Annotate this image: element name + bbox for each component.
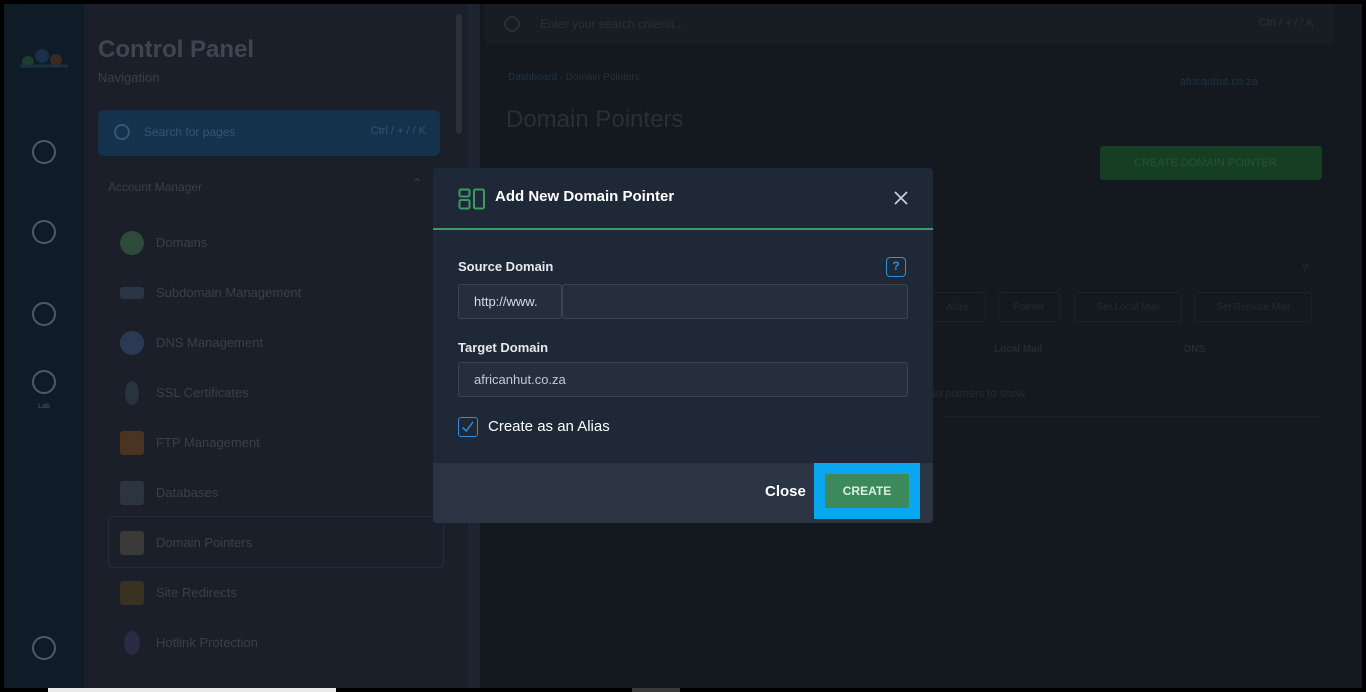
help-icon[interactable]: ? [886, 257, 906, 277]
sidebar-item-hotlink[interactable]: Hotlink Protection [120, 628, 440, 658]
brand-logo-icon [20, 49, 68, 68]
sidebar-item-label: Subdomain Management [156, 285, 302, 300]
section-account-manager[interactable]: Account Manager [108, 180, 202, 194]
sidebar-item-label: Hotlink Protection [156, 635, 258, 650]
close-icon[interactable] [891, 188, 911, 208]
dashboard-icon[interactable] [32, 140, 56, 164]
close-button[interactable]: Close [765, 483, 806, 500]
create-button[interactable]: CREATE [825, 474, 909, 508]
sidebar-item-label: Site Redirects [156, 585, 237, 600]
bottom-strip [48, 688, 336, 692]
source-prefix: http://www. [458, 284, 562, 319]
breadcrumb-current: Domain Pointers [565, 72, 640, 83]
subdomain-icon [120, 287, 144, 299]
sidebar-item-domain-pointers[interactable]: Domain Pointers [120, 528, 440, 558]
tab-alias[interactable]: Alias [928, 292, 986, 322]
sidebar-item-label: FTP Management [156, 435, 260, 450]
sidebar-item-label: Databases [156, 485, 219, 500]
bottom-strip [632, 688, 680, 692]
search-placeholder: Search for pages [144, 125, 236, 139]
panel-title: Control Panel [98, 36, 255, 63]
search-icon [504, 16, 520, 32]
ssl-icon [125, 381, 139, 405]
sidebar-item-domains[interactable]: Domains [120, 228, 440, 258]
sidebar-item-label: DNS Management [156, 335, 263, 350]
chevron-up-icon[interactable]: ⌃ [412, 176, 422, 190]
dialog-footer: Close CREATE [433, 463, 933, 523]
globe-icon [120, 231, 144, 255]
lab-icon[interactable] [32, 370, 56, 394]
rail-label: Lab [38, 403, 50, 410]
dialog-header: Add New Domain Pointer [433, 168, 933, 230]
sidebar-item-dns[interactable]: DNS Management [120, 328, 440, 358]
column-header-local-mail: Local Mail [994, 344, 1043, 355]
source-domain-input[interactable] [562, 284, 908, 319]
account-icon[interactable] [32, 220, 56, 244]
alias-checkbox[interactable] [458, 417, 478, 437]
sidebar-item-subdomain[interactable]: Subdomain Management [120, 278, 440, 308]
panel-subtitle: Navigation [98, 70, 160, 85]
domain-pointer-icon [458, 188, 485, 210]
pointer-icon [120, 531, 144, 555]
column-header-dns: DNS [1184, 344, 1206, 355]
target-domain-input[interactable]: africanhut.co.za [458, 362, 908, 397]
search-icon [114, 124, 130, 140]
sidebar-item-databases[interactable]: Databases [120, 478, 440, 508]
navigation-panel: Control Panel Navigation Search for page… [84, 4, 468, 688]
hotlink-icon [124, 631, 140, 655]
domain-selector[interactable]: africanhut.co.za [1180, 76, 1258, 88]
sidebar-item-label: Domain Pointers [156, 535, 253, 550]
global-search-bar[interactable]: Enter your search criteria... Ctrl / + /… [484, 4, 1334, 44]
empty-table-message: No pointers to show [928, 388, 1026, 400]
breadcrumb-home[interactable]: Dashboard [508, 72, 557, 83]
tab-set-local-mail[interactable]: Set Local Mail [1074, 292, 1182, 322]
global-search-placeholder: Enter your search criteria... [540, 17, 685, 31]
target-domain-label: Target Domain [458, 340, 549, 355]
alias-checkbox-label[interactable]: Create as an Alias [488, 418, 610, 435]
tab-set-remote-mail[interactable]: Set Remote Mail [1194, 292, 1312, 322]
create-domain-pointer-button[interactable]: CREATE DOMAIN POINTER [1100, 146, 1322, 180]
sidebar-scrollbar[interactable] [456, 14, 462, 134]
sidebar-item-label: Domains [156, 235, 208, 250]
search-shortcut: Ctrl / + / / K [370, 125, 426, 137]
tab-pointer[interactable]: Pointer [998, 292, 1060, 322]
dns-icon [120, 331, 144, 355]
source-domain-label: Source Domain [458, 259, 554, 274]
page-search-input[interactable]: Search for pages Ctrl / + / / K [98, 110, 440, 156]
sidebar-item-ftp[interactable]: FTP Management [120, 428, 440, 458]
global-search-shortcut: Ctrl / + / / K [1258, 17, 1314, 29]
redirect-icon [120, 581, 144, 605]
sidebar-item-ssl[interactable]: SSL Certificates [120, 378, 440, 408]
breadcrumb: Dashboard › Domain Pointers [508, 72, 640, 83]
ftp-icon [120, 431, 144, 455]
info-icon[interactable]: ? [1302, 262, 1308, 274]
sidebar-item-label: SSL Certificates [156, 385, 249, 400]
logout-icon[interactable] [32, 636, 56, 660]
settings-icon[interactable] [32, 302, 56, 326]
icon-rail: Lab [4, 4, 84, 688]
sidebar-item-site-redirects[interactable]: Site Redirects [120, 578, 440, 608]
divider [940, 416, 1320, 417]
database-icon [120, 481, 144, 505]
dialog-title: Add New Domain Pointer [495, 188, 675, 205]
add-domain-pointer-dialog: Add New Domain Pointer Source Domain ? h… [433, 168, 933, 523]
page-title: Domain Pointers [506, 106, 684, 133]
